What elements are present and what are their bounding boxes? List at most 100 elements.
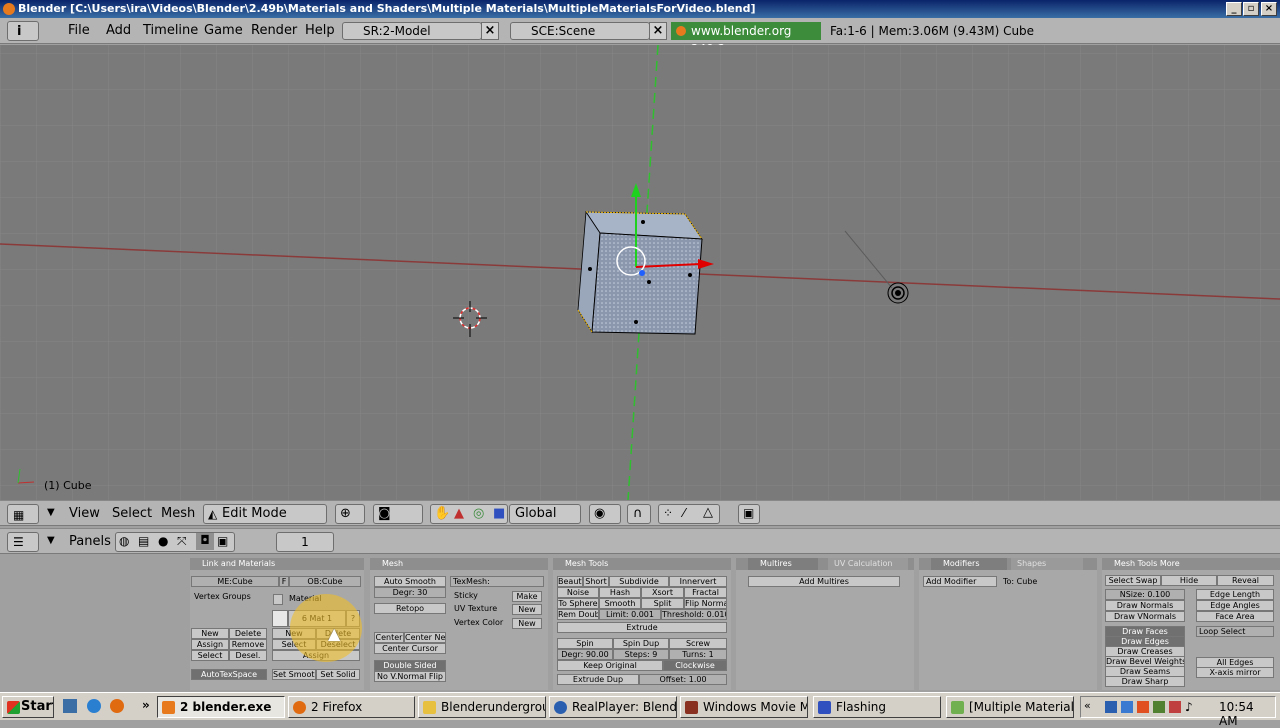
hash-button[interactable]: Hash <box>599 587 641 598</box>
add-modifier-button[interactable]: Add Modifier <box>923 576 997 587</box>
close-button[interactable]: × <box>1261 2 1277 16</box>
edge-length-toggle[interactable]: Edge Length <box>1196 589 1274 600</box>
task-firefox[interactable]: 2 Firefox <box>288 696 415 718</box>
vgroup-new-button[interactable]: New <box>191 628 229 639</box>
delete-screen-button[interactable]: × <box>481 22 499 40</box>
vgroup-assign-button[interactable]: Assign <box>191 639 229 650</box>
material-help-button[interactable]: ? <box>346 610 360 627</box>
xsort-button[interactable]: Xsort <box>641 587 684 598</box>
object-name-field[interactable]: OB:Cube <box>289 576 361 587</box>
set-smooth-button[interactable]: Set Smooth <box>272 669 316 680</box>
screw-button[interactable]: Screw <box>669 638 727 649</box>
maximize-button[interactable]: ▫ <box>1243 2 1259 16</box>
snap-toggle[interactable]: ∩ <box>627 504 651 524</box>
mesh-tools-more-header[interactable]: Mesh Tools More <box>1102 558 1280 570</box>
fractal-button[interactable]: Fractal <box>684 587 727 598</box>
material-new-button[interactable]: New <box>272 628 316 639</box>
layer-toggle[interactable]: ◙ <box>373 504 423 524</box>
task-moviemaker[interactable]: Windows Movie M... <box>680 696 808 718</box>
scale-icon[interactable]: ■ <box>493 506 505 521</box>
start-button[interactable]: Start <box>2 696 54 718</box>
uv-calculation-tab[interactable]: UV Calculation <box>828 558 908 570</box>
set-solid-button[interactable]: Set Solid <box>316 669 360 680</box>
logic-icon[interactable]: ◍ <box>119 534 129 548</box>
material-color-swatch[interactable] <box>272 610 288 627</box>
menu-panels[interactable]: Panels <box>69 532 111 552</box>
vgroup-deselect-button[interactable]: Desel. <box>229 650 267 661</box>
texmesh-field[interactable]: TexMesh: <box>450 576 544 587</box>
menu-view[interactable]: View <box>69 504 100 524</box>
edge-select-icon[interactable]: ⁄ <box>683 506 685 520</box>
tray-app-icon-4[interactable] <box>1153 701 1165 713</box>
show-desktop-icon[interactable] <box>63 699 77 713</box>
flip-normals-button[interactable]: Flip Normals <box>684 598 727 609</box>
autotexspace-toggle[interactable]: AutoTexSpace <box>191 669 267 680</box>
draw-sharp-toggle[interactable]: Draw Sharp <box>1105 676 1185 687</box>
smooth-degree-field[interactable]: Degr: 30 <box>374 587 446 598</box>
screen-selector[interactable]: SR:2-Model <box>342 22 482 40</box>
material-assign-button[interactable]: Assign <box>272 650 360 661</box>
steps-field[interactable]: Steps: 9 <box>613 649 669 660</box>
ie-icon[interactable] <box>87 699 101 713</box>
firefox-quicklaunch-icon[interactable] <box>110 699 124 713</box>
rem-doubles-button[interactable]: Rem Doubles <box>557 609 599 620</box>
menu-render[interactable]: Render <box>251 23 297 38</box>
multires-tab[interactable]: Multires <box>748 558 818 570</box>
task-blender[interactable]: 2 blender.exe <box>157 696 285 718</box>
tray-app-icon-3[interactable] <box>1137 701 1149 713</box>
menu-mesh[interactable]: Mesh <box>161 504 195 524</box>
hand-icon[interactable]: ✋ <box>434 506 450 521</box>
mode-selector[interactable]: ◭ Edit Mode <box>203 504 327 524</box>
sticky-make-button[interactable]: Make <box>512 591 542 602</box>
smooth-button[interactable]: Smooth <box>599 598 641 609</box>
split-button[interactable]: Split <box>641 598 684 609</box>
shapes-tab[interactable]: Shapes <box>1011 558 1083 570</box>
x-axis-mirror-toggle[interactable]: X-axis mirror <box>1196 667 1274 678</box>
double-sided-toggle[interactable]: Double Sided <box>374 660 446 671</box>
normal-size-field[interactable]: NSize: 0.100 <box>1105 589 1185 600</box>
reveal-button[interactable]: Reveal <box>1217 575 1274 586</box>
draw-normals-toggle[interactable]: Draw Normals <box>1105 600 1185 611</box>
hide-button[interactable]: Hide <box>1161 575 1217 586</box>
tray-expand-icon[interactable]: « <box>1084 699 1091 712</box>
loop-select-menu[interactable]: Loop Select <box>1196 626 1274 637</box>
vgroup-remove-button[interactable]: Remove <box>229 639 267 650</box>
material-select-button[interactable]: Select <box>272 639 316 650</box>
tray-app-icon-5[interactable] <box>1169 701 1181 713</box>
auto-smooth-toggle[interactable]: Auto Smooth <box>374 576 446 587</box>
orientation-selector[interactable]: Global <box>509 504 581 524</box>
material-menu-button[interactable] <box>273 594 283 605</box>
editing-icon[interactable]: ◘ <box>196 533 214 550</box>
editor-type-menu[interactable]: i <box>7 21 39 41</box>
shading-icon[interactable]: ● <box>158 534 168 548</box>
tray-app-icon-1[interactable] <box>1105 701 1117 713</box>
spin-dup-button[interactable]: Spin Dup <box>613 638 669 649</box>
rotate-icon[interactable]: ◎ <box>473 506 484 521</box>
to-sphere-button[interactable]: To Sphere <box>557 598 599 609</box>
minimize-button[interactable]: _ <box>1226 2 1242 16</box>
3d-viewport[interactable]: (1) Cube <box>0 45 1280 500</box>
mesh-tools-header[interactable]: Mesh Tools <box>553 558 731 570</box>
task-folder[interactable]: Blenderundergrou... <box>418 696 546 718</box>
center-new-button[interactable]: Center New <box>404 632 446 643</box>
keep-original-toggle[interactable]: Keep Original <box>557 660 663 671</box>
menu-file[interactable]: File <box>68 23 90 38</box>
vertex-select-icon[interactable]: ⁘ <box>663 506 673 520</box>
editor-type-buttons[interactable]: ☰ <box>7 532 39 552</box>
collapse-triangle-icon[interactable]: ▼ <box>47 535 55 546</box>
face-area-toggle[interactable]: Face Area <box>1196 611 1274 622</box>
vgroup-delete-button[interactable]: Delete <box>229 628 267 639</box>
scene-icon[interactable]: ▣ <box>217 534 228 548</box>
turns-field[interactable]: Turns: 1 <box>669 649 727 660</box>
noise-button[interactable]: Noise <box>557 587 599 598</box>
beauty-toggle[interactable]: Beauty <box>557 576 583 587</box>
select-mode-buttons[interactable]: ⁘ ⁄ △ <box>658 504 720 524</box>
uv-texture-new-button[interactable]: New <box>512 604 542 615</box>
volume-icon[interactable]: ♪ <box>1185 700 1193 714</box>
add-multires-button[interactable]: Add Multires <box>748 576 900 587</box>
manipulator-toggles[interactable]: ✋ ▲ ◎ ■ <box>430 504 508 524</box>
clockwise-toggle[interactable]: Clockwise <box>663 660 727 671</box>
tray-app-icon-2[interactable] <box>1121 701 1133 713</box>
translate-icon[interactable]: ▲ <box>454 506 464 521</box>
offset-field[interactable]: Offset: 1.00 <box>639 674 727 685</box>
